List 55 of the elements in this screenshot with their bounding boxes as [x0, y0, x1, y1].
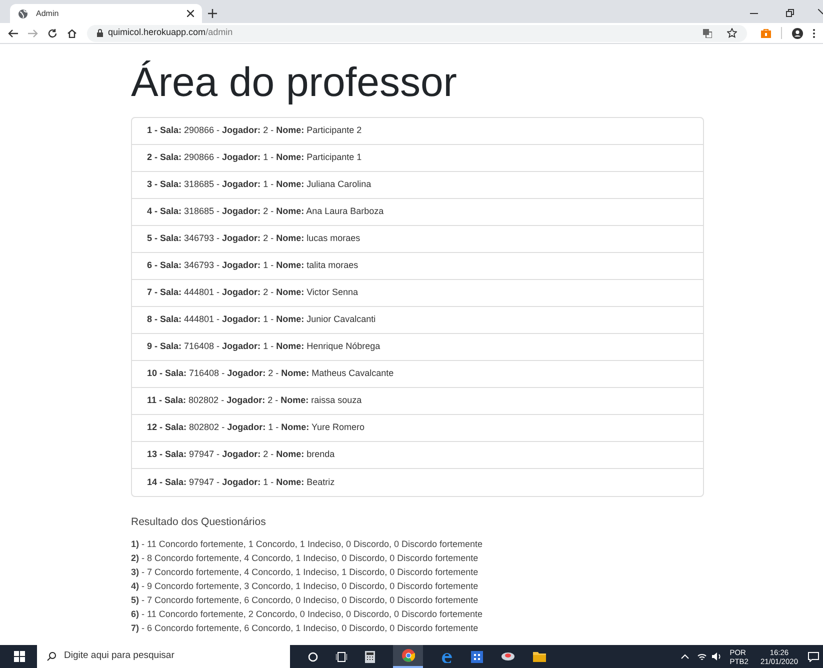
notification-icon[interactable] [808, 652, 819, 662]
address-bar[interactable]: quimicol.herokuapp.com/admin [87, 24, 747, 42]
globe-icon [18, 8, 28, 18]
page-heading: Área do professor [131, 58, 458, 106]
search-field[interactable]: Digite aqui para pesquisar [37, 645, 290, 668]
back-arrow-icon[interactable] [8, 28, 18, 38]
chrome-taskbar-button[interactable] [393, 645, 423, 668]
player-entry: 7 - Sala: 444801 - Jogador: 2 - Nome: Victor Senna [147, 286, 358, 300]
calculator-icon[interactable] [365, 650, 375, 662]
home-icon[interactable] [67, 28, 77, 38]
questionnaire-result: 7) - 6 Concordo fortemente, 6 Concordo, 1 Indeciso, 0 Discordo, 0 Discordo fortemente [131, 622, 478, 635]
player-entry: 14 - Sala: 97947 - Jogador: 1 - Nome: Beatriz [147, 476, 335, 489]
player-entry: 1 - Sala: 290866 - Jogador: 2 - Nome: Participante 2 [147, 124, 362, 138]
player-entry: 2 - Sala: 290866 - Jogador: 1 - Nome: Participante 1 [147, 151, 362, 164]
player-entry: 10 - Sala: 716408 - Jogador: 2 - Nome: Matheus Cavalcante [147, 367, 394, 380]
questionnaire-result: 5) - 7 Concordo fortemente, 6 Concordo, 0 Indeciso, 0 Discordo, 0 Discordo fortemente [131, 594, 478, 607]
questionnaire-result: 6) - 11 Concordo fortemente, 2 Concordo, 0 Indeciso, 0 Discordo, 0 Discordo fortemente [131, 608, 483, 621]
player-entry: 8 - Sala: 444801 - Jogador: 1 - Nome: Junior Cavalcanti [147, 313, 376, 326]
new-tab-icon[interactable] [208, 9, 217, 18]
store-icon[interactable] [471, 650, 483, 662]
shopping-bag-icon[interactable] [761, 28, 771, 38]
wifi-icon[interactable] [696, 652, 707, 661]
player-entry: 13 - Sala: 97947 - Jogador: 2 - Nome: brenda [147, 448, 335, 462]
player-entry: 9 - Sala: 716408 - Jogador: 1 - Nome: Henrique Nóbrega [147, 340, 380, 354]
player-entry: 3 - Sala: 318685 - Jogador: 1 - Nome: Juliana Carolina [147, 178, 372, 192]
lock-icon [97, 29, 103, 37]
player-entry: 5 - Sala: 346793 - Jogador: 2 - Nome: lucas moraes [147, 232, 360, 246]
edge-logo-icon[interactable] [441, 650, 453, 662]
star-icon[interactable] [727, 28, 737, 38]
restore-icon[interactable] [786, 9, 794, 17]
url-text: quimicol.herokuapp.com/admin [108, 26, 234, 40]
account-icon[interactable] [792, 28, 803, 38]
player-entry: 4 - Sala: 318685 - Jogador: 2 - Nome: Ana Laura Barboza [147, 205, 384, 218]
browser-tab[interactable]: Admin [10, 4, 202, 23]
tab-title: Admin [36, 8, 60, 20]
circle-icon[interactable] [308, 652, 318, 662]
chrome-logo-icon [402, 649, 414, 662]
app-icon[interactable] [501, 651, 515, 662]
questionnaire-result: 1) - 11 Concordo fortemente, 1 Concordo, 1 Indeciso, 0 Discordo, 0 Discordo fortemente [131, 538, 483, 551]
questionnaire-result: 2) - 8 Concordo fortemente, 4 Concordo, 1 Indeciso, 0 Discordo, 0 Discordo fortemente [131, 552, 478, 565]
task-view-icon[interactable] [336, 652, 347, 662]
speaker-icon[interactable] [712, 652, 722, 661]
section-title: Resultado dos Questionários [131, 515, 267, 530]
questionnaire-result: 3) - 7 Concordo fortemente, 4 Concordo, 1 Indeciso, 1 Discordo, 0 Discordo fortemente [131, 566, 478, 579]
folder-icon[interactable] [533, 651, 546, 662]
caret-up-icon[interactable] [680, 654, 689, 659]
questionnaire-result: 4) - 9 Concordo fortemente, 3 Concordo, 1 Indeciso, 0 Discordo, 0 Discordo fortemente [131, 580, 478, 593]
windows-logo-icon[interactable] [14, 651, 25, 662]
reload-icon[interactable] [48, 28, 57, 38]
close-icon[interactable] [187, 10, 194, 17]
search-icon [47, 652, 56, 661]
player-entry: 12 - Sala: 802802 - Jogador: 1 - Nome: Yure Romero [147, 421, 364, 434]
translate-icon[interactable] [703, 28, 712, 38]
player-entry: 6 - Sala: 346793 - Jogador: 1 - Nome: talita moraes [147, 259, 358, 272]
player-entry: 11 - Sala: 802802 - Jogador: 2 - Nome: raissa souza [147, 394, 362, 408]
